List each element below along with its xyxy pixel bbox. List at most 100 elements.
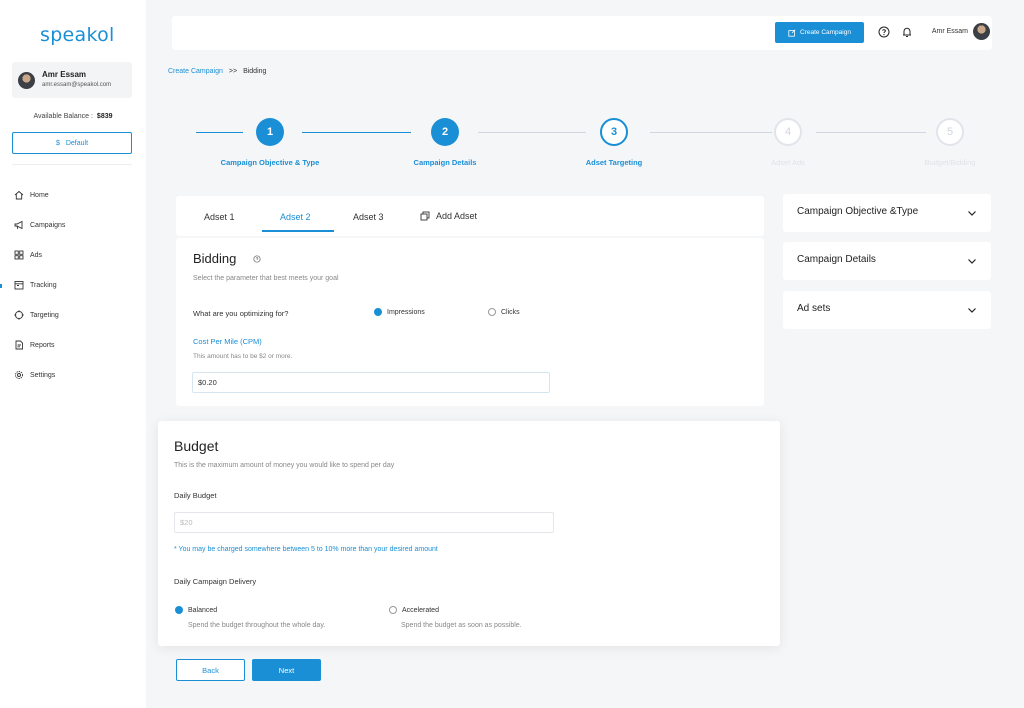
megaphone-icon [14,220,23,230]
profile-card[interactable]: Amr Essam amr.essam@speakol.com [12,62,132,98]
daily-budget-input[interactable]: $20 [174,512,554,533]
bell-icon[interactable] [901,26,913,38]
optimize-label: What are you optimizing for? [193,309,289,318]
radio-clicks[interactable]: Clicks [488,308,520,316]
budget-title: Budget [174,438,219,454]
create-campaign-label: Create Campaign [800,29,851,36]
report-icon [15,340,23,350]
top-bar: Create Campaign Amr Essam [172,16,992,50]
edit-icon [788,29,796,37]
step-connector [650,132,772,133]
radio-empty-dot [488,308,496,316]
accordion-campaign-details[interactable]: Campaign Details [783,242,991,280]
sidebar: speakol Amr Essam amr.essam@speakol.com … [0,0,146,708]
breadcrumb-separator: >> [228,68,238,75]
step-2-circle[interactable]: 2 [431,118,459,146]
step-5-circle[interactable]: 5 [936,118,964,146]
step-1-label: Campaign Objective & Type [220,158,320,167]
daily-budget-label: Daily Budget [174,491,217,500]
adset-tabs: Adset 1 Adset 2 Adset 3 Add Adset [176,196,764,236]
step-3-circle[interactable]: 3 [600,118,628,146]
sidebar-item-tracking[interactable]: Tracking [14,270,65,300]
add-adset-label: Add Adset [436,211,478,221]
accordion-ad-sets[interactable]: Ad sets [783,291,991,329]
radio-selected-dot [374,308,382,316]
accelerated-description: Spend the budget as soon as possible. [401,622,522,629]
sidebar-item-targeting[interactable]: Targeting [14,300,65,330]
gear-icon [15,371,23,379]
tab-adset-2[interactable]: Adset 2 [280,212,311,222]
radio-impressions-label: Impressions [387,308,425,316]
avatar [18,72,35,89]
budget-card: Budget This is the maximum amount of mon… [158,421,780,646]
accordion-campaign-objective[interactable]: Campaign Objective &Type [783,194,991,232]
radio-balanced-label: Balanced [188,606,218,614]
step-2-label: Campaign Details [413,158,477,167]
sidebar-item-ads[interactable]: Ads [14,240,65,270]
sidebar-active-marker [0,284,2,288]
sidebar-nav: Home Campaigns Ads Tracking Targeting Re… [14,180,65,390]
breadcrumb: Create Campaign >> Bidding [168,68,266,75]
sidebar-item-settings[interactable]: Settings [14,360,65,390]
radio-empty-dot [389,606,397,614]
avatar[interactable] [973,23,990,40]
create-campaign-button[interactable]: Create Campaign [775,22,864,43]
budget-charge-note: * You may be charged somewhere between 5… [174,546,438,553]
balance-label: Available Balance : [33,113,93,120]
step-connector [302,132,411,133]
target-icon [14,310,24,320]
step-4-circle[interactable]: 4 [774,118,802,146]
active-tab-indicator [262,230,334,232]
profile-name: Amr Essam [42,70,87,79]
home-icon [14,190,24,200]
copy-icon [420,211,430,221]
radio-accelerated[interactable]: Accelerated [389,606,439,614]
budget-subtitle: This is the maximum amount of money you … [174,462,395,469]
sidebar-item-reports[interactable]: Reports [14,330,65,360]
step-1-circle[interactable]: 1 [256,118,284,146]
breadcrumb-create-campaign[interactable]: Create Campaign [168,68,223,75]
top-user-name[interactable]: Amr Essam [932,28,968,35]
help-icon[interactable] [878,26,890,38]
step-connector [196,132,243,133]
bidding-title: Bidding [193,251,237,266]
info-icon[interactable] [253,255,261,263]
cpm-hint: This amount has to be $2 or more. [193,353,293,360]
delivery-label: Daily Campaign Delivery [174,577,257,586]
next-button[interactable]: Next [252,659,321,681]
sidebar-item-label: Home [30,191,49,199]
cpm-input[interactable]: $0.20 [192,372,550,393]
sidebar-item-home[interactable]: Home [14,180,65,210]
step-3-label: Adset Targeting [585,158,643,167]
bidding-card: Bidding Select the parameter that best m… [176,238,764,406]
radio-impressions[interactable]: Impressions [374,308,425,316]
sidebar-item-label: Tracking [30,281,57,289]
radio-balanced[interactable]: Balanced [175,606,217,614]
speakol-logo[interactable]: speakol [40,24,115,46]
sidebar-item-campaigns[interactable]: Campaigns [14,210,65,240]
sidebar-item-label: Campaigns [30,221,66,229]
grid-icon [14,250,24,260]
step-5-label: Budget/Bidding [924,158,976,167]
radio-clicks-label: Clicks [501,308,520,316]
accordion-title: Ad sets [797,303,831,314]
currency-default-button[interactable]: $ Default [12,132,132,154]
chevron-down-icon [968,211,976,216]
balanced-description: Spend the budget throughout the whole da… [188,622,326,629]
accordion-title: Campaign Objective &Type [797,206,919,217]
step-connector [816,132,926,133]
back-button[interactable]: Back [176,659,245,681]
tab-adset-3[interactable]: Adset 3 [353,212,384,222]
radio-accelerated-label: Accelerated [402,606,439,614]
cpm-label: Cost Per Mile (CPM) [193,337,262,346]
sidebar-item-label: Settings [30,371,56,379]
sidebar-item-label: Ads [30,251,43,259]
add-adset-button[interactable]: Add Adset [420,211,477,221]
dollar-icon: $ [55,139,60,147]
step-connector [478,132,586,133]
tab-adset-1[interactable]: Adset 1 [204,212,235,222]
available-balance: Available Balance : $839 [0,113,146,120]
currency-default-label: Default [65,139,89,147]
radio-selected-dot [175,606,183,614]
sidebar-item-label: Reports [30,341,55,349]
